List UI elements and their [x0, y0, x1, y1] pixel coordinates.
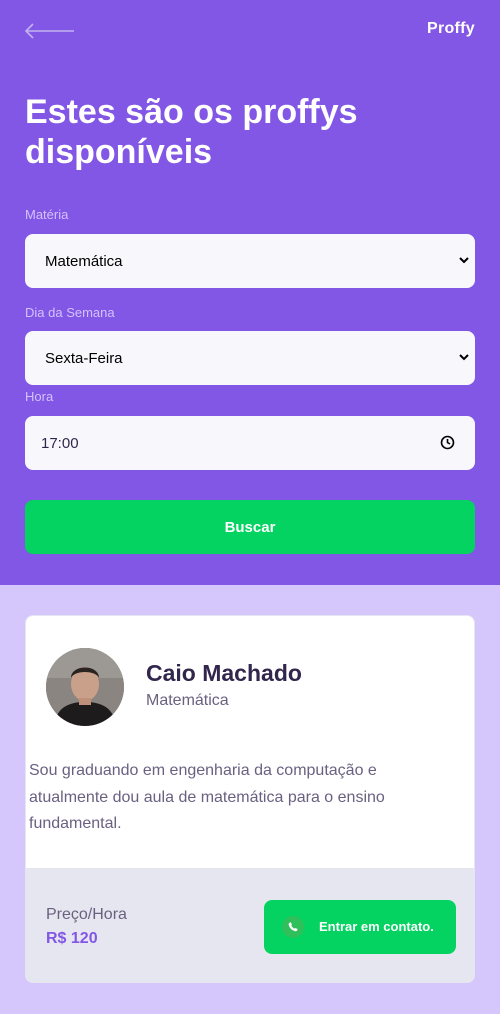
time-input[interactable]: 17:00	[25, 416, 475, 470]
chevron-down-icon	[459, 257, 469, 264]
time-label: Hora	[25, 389, 54, 404]
clock-icon[interactable]	[440, 435, 455, 450]
contact-button[interactable]: Entrar em contato.	[264, 900, 456, 954]
chevron-down-icon	[459, 354, 469, 361]
teacher-bio: Sou graduando em engenharia da computaçã…	[29, 762, 385, 832]
teacher-photo	[46, 648, 124, 726]
app-logo: Proffy	[426, 20, 475, 37]
teacher-card: Caio Machado Matemática Sou graduando em…	[25, 615, 475, 983]
arrow-left-icon	[24, 23, 74, 39]
price-value: R$ 120	[46, 930, 98, 947]
time-input-value: 17:00	[41, 434, 79, 452]
weekday-select[interactable]: Sexta-Feira	[25, 331, 475, 385]
page-title: Estes são os proffys disponíveis	[25, 93, 358, 171]
teacher-name: Caio Machado	[146, 660, 302, 686]
search-button[interactable]: Buscar	[25, 500, 475, 554]
contact-button-label: Entrar em contato.	[319, 919, 434, 934]
avatar	[46, 648, 124, 726]
subject-select[interactable]: Matemática	[25, 234, 475, 288]
weekday-select-value: Sexta-Feira	[45, 349, 123, 367]
page-header: Proffy Estes são os proffys disponíveis …	[0, 0, 500, 585]
weekday-label: Dia da Semana	[25, 305, 115, 320]
whatsapp-icon	[282, 916, 304, 938]
teacher-subject: Matemática	[146, 692, 229, 709]
price-label: Preço/Hora	[46, 906, 127, 923]
subject-label: Matéria	[25, 207, 69, 222]
subject-select-value: Matemática	[45, 252, 123, 270]
back-button[interactable]	[24, 22, 76, 40]
card-footer: Preço/Hora R$ 120 Entrar em contato.	[26, 868, 474, 982]
